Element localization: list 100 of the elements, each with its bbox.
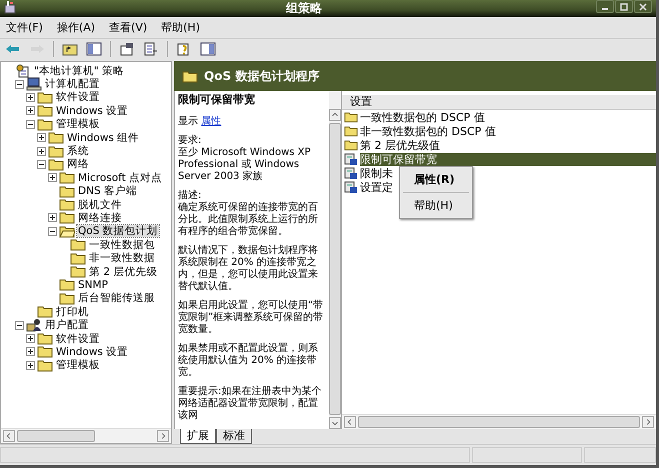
tree-item[interactable]: "本地计算机" 策略 [33,64,125,77]
policy-setting-icon [344,152,358,166]
list-item[interactable]: 限制未 [360,166,393,180]
close-icon [639,2,647,10]
tree-item[interactable]: 管理模板 [55,118,101,130]
list-item[interactable]: 限制可保留带宽 [360,152,656,166]
horizontal-scrollbar[interactable] [1,428,171,443]
maximize-icon [620,2,628,10]
tree-item[interactable]: 网络 [66,158,90,170]
menu-item[interactable]: 文件(F) [6,20,43,35]
menu-item[interactable]: 查看(V) [109,20,148,35]
tree-item[interactable]: 用户配置 [44,319,90,332]
tree-item[interactable]: Windows 组件 [66,132,140,144]
list-item[interactable]: 一致性数据包的 DSCP 值 [360,110,485,124]
open-folder-icon [59,224,75,238]
expander-icon[interactable] [26,334,35,343]
list-item[interactable]: 设置定 [360,180,393,194]
folder-icon [37,305,53,318]
scroll-right-icon[interactable] [157,430,169,442]
tree-item[interactable]: 一致性数据包 [88,238,156,251]
tree-item[interactable]: DNS 客户端 [77,185,138,198]
scroll-right-icon[interactable] [642,416,654,428]
tree-item[interactable]: 打印机 [55,306,90,318]
expander-icon[interactable] [37,160,46,169]
context-menu-item[interactable]: 帮助(H) [400,195,472,216]
folder-icon [59,184,75,198]
folder-icon [344,139,358,151]
folder-icon [182,70,198,82]
view-tab[interactable]: 标准 [216,429,252,444]
folder-icon [70,265,86,278]
expander-icon[interactable] [26,92,35,102]
expander-icon[interactable] [26,106,35,116]
folder-icon [59,171,75,184]
expander-icon[interactable] [15,320,24,330]
tree-item[interactable]: 后台智能传送服 [77,292,156,304]
expander-icon[interactable] [37,133,46,142]
folder-icon [37,345,53,358]
tree-item[interactable]: 第 2 层优先级 [88,266,158,278]
expander-icon[interactable] [48,213,57,222]
tree-item[interactable]: QoS 数据包计划 [77,225,159,238]
tree-item[interactable]: Microsoft 点对点 [77,172,164,184]
column-header[interactable]: 设置 [342,95,656,110]
tree-item[interactable]: Windows 设置 [55,346,130,358]
vertical-scrollbar[interactable] [329,91,341,429]
horizontal-scrollbar[interactable] [342,414,656,429]
folder-icon [70,238,86,252]
minimize-button[interactable] [596,0,614,13]
properties-link[interactable]: 属性 [201,116,222,127]
tree-item[interactable]: 软件设置 [55,91,101,104]
pane-title: QoS 数据包计划程序 [204,68,320,84]
expander-icon[interactable] [26,120,35,129]
expander-icon[interactable] [26,347,35,356]
close-button[interactable] [634,0,652,13]
tree-item[interactable]: SNMP [77,278,109,291]
expander-icon[interactable] [26,360,35,370]
tree-item[interactable]: 计算机配置 [44,78,101,90]
expander-icon[interactable] [48,226,57,236]
tree-item[interactable]: Windows 设置 [55,104,130,117]
computer-icon [26,77,42,92]
description-paragraph: 如果禁用或不配置此设置，则系统使用默认值为 20% 的连接带宽。 [178,343,319,379]
tree-item[interactable]: 非一致性数据 [88,252,156,264]
window-title: 组策略 [286,0,322,17]
description-paragraph: 要求: 至少 Microsoft Windows XP Professional 或 Windows Server 2003 家族 [178,135,312,183]
policy-setting-icon [344,180,358,194]
folder-icon [59,292,75,305]
expander-icon[interactable] [37,146,46,156]
expander-icon[interactable] [15,80,24,89]
folder-icon [70,252,86,265]
folder-icon [37,332,53,345]
scroll-left-icon[interactable] [344,416,356,428]
folder-icon [59,198,75,212]
folder-icon [59,211,75,224]
folder-icon [37,358,53,372]
list-item[interactable]: 非一致性数据包的 DSCP 值 [360,124,496,138]
tree-item[interactable]: 脱机文件 [77,198,123,211]
minimize-icon [602,8,608,10]
expander-icon[interactable] [48,173,57,182]
scroll-down-icon[interactable] [329,417,341,429]
folder-icon [48,144,64,158]
folder-icon [59,278,75,292]
description-paragraph: 默认情况下，数据包计划程序将系统限制在 20% 的连接带宽之内，但是，您可以使用此设置来替代默认值。 [178,245,319,293]
scroll-left-icon[interactable] [3,430,15,442]
folder-icon [37,118,53,131]
description-paragraph: 描述: 确定系统可保留的连接带宽的百分比。此值限制系统上运行的所有程序的组合带宽保留。 [178,190,319,238]
context-menu-item[interactable]: 属性(R) [400,169,472,190]
view-tab[interactable]: 扩展 [180,429,216,444]
menu-item[interactable]: 帮助(H) [161,20,200,35]
maximize-button[interactable] [615,0,633,13]
user-icon [26,318,42,332]
tree-item[interactable]: 网络连接 [77,212,123,224]
folder-icon [37,90,53,104]
show-label: 显示 [178,116,198,127]
description-paragraph: 重要提示:如果在注册表中为某个网络适配器设置带宽限制，配置该网 [178,386,322,422]
tree-item[interactable]: 管理模板 [55,359,101,372]
tree-item[interactable]: 软件设置 [55,332,101,344]
menu-item[interactable]: 操作(A) [56,20,96,35]
scroll-up-icon[interactable] [329,109,341,121]
tree-item[interactable]: 系统 [66,145,90,158]
list-item[interactable]: 第 2 层优先级值 [360,138,440,152]
description-paragraph: 如果启用此设置，您可以使用“带宽限制”框来调整系统可保留的带宽数量。 [178,300,324,336]
